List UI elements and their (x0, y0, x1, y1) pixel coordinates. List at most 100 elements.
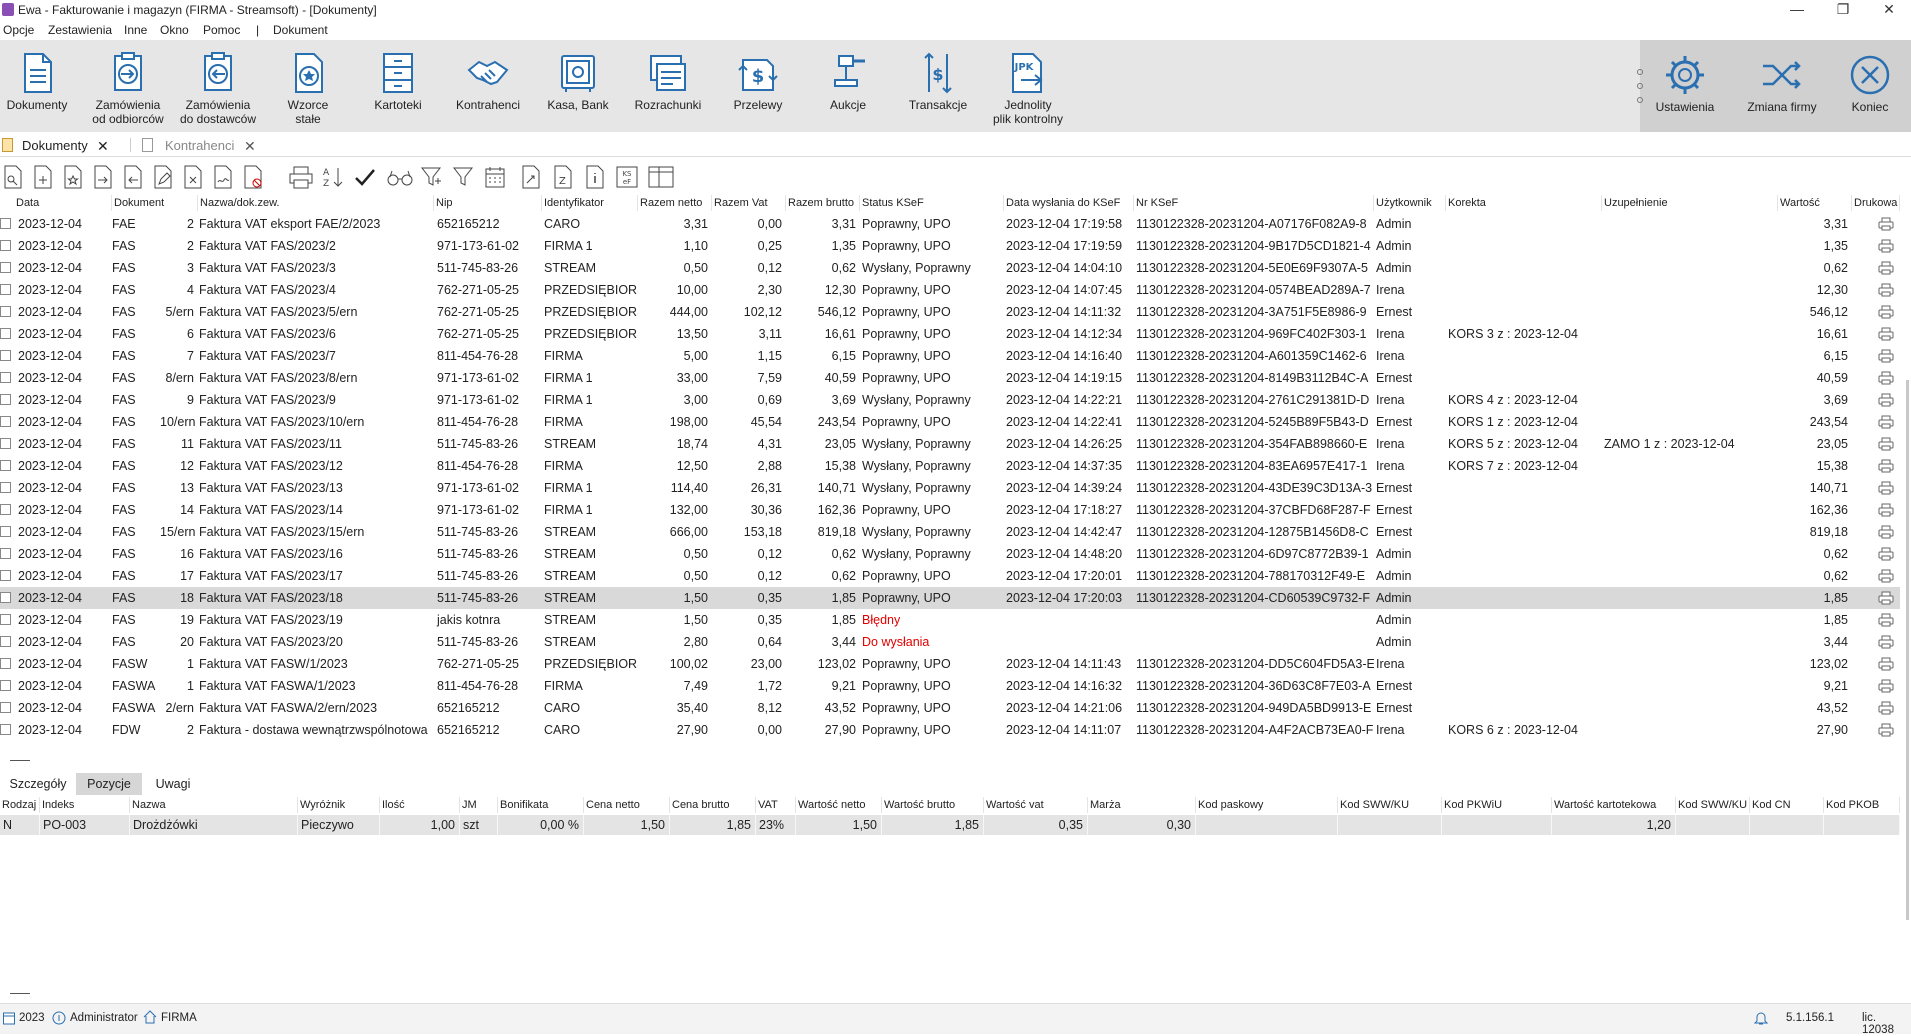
table-row[interactable]: 2023-12-04 FAS 10/ern Faktura VAT FAS/2023/… (0, 411, 1900, 433)
table-row[interactable]: 2023-12-04 FAS 4 Faktura VAT FAS/2023/4 762-… (0, 279, 1900, 301)
table-row[interactable]: 2023-12-04 FAS 19 Faktura VAT FAS/2023/19 ja… (0, 609, 1900, 631)
tab-uwagi[interactable]: Uwagi (148, 773, 198, 795)
import-document-icon[interactable] (122, 165, 144, 189)
table-row[interactable]: 2023-12-04 FAS 7 Faktura VAT FAS/2023/7 811-… (0, 345, 1900, 367)
table-row[interactable]: 2023-12-04 FAS 14 Faktura VAT FAS/2023/14 97… (0, 499, 1900, 521)
table-row[interactable]: 2023-12-04 FAS 2 Faktura VAT FAS/2023/2 971-… (0, 235, 1900, 257)
doc-link-icon[interactable] (520, 165, 542, 189)
row-checkbox[interactable] (0, 240, 11, 251)
ribbon-aukcje-button[interactable]: Aukcje (810, 50, 886, 132)
printer-icon[interactable] (1878, 437, 1894, 451)
table-row[interactable]: 2023-12-04 FAS 20 Faktura VAT FAS/2023/20 51… (0, 631, 1900, 653)
ribbon-wzorce-button[interactable]: Wzorce stałe (270, 50, 346, 132)
printer-icon[interactable] (1878, 635, 1894, 649)
row-checkbox[interactable] (0, 482, 11, 493)
printer-icon[interactable] (1878, 569, 1894, 583)
ribbon-przelewy-button[interactable]: $ Przelewy (720, 50, 796, 132)
close-button[interactable]: ✕ (1866, 0, 1911, 20)
ribbon-kontrahenci-button[interactable]: Kontrahenci (448, 50, 528, 132)
row-checkbox[interactable] (0, 614, 11, 625)
column-header[interactable]: Bonifikata (498, 797, 584, 813)
printer-icon[interactable] (1878, 261, 1894, 275)
column-header[interactable]: Nip (434, 195, 542, 211)
tab-kontrahenci-close-icon[interactable]: ✕ (244, 136, 256, 156)
menu-opcje[interactable]: Opcje (3, 23, 34, 37)
printer-icon[interactable] (1878, 239, 1894, 253)
column-header[interactable]: Kod paskowy (1196, 797, 1338, 813)
column-header[interactable]: Kod SWW/KU (1338, 797, 1442, 813)
row-checkbox[interactable] (0, 350, 11, 361)
column-header[interactable]: Wartość (1778, 195, 1852, 211)
table-row[interactable]: 2023-12-04 FAS 3 Faktura VAT FAS/2023/3 511-… (0, 257, 1900, 279)
table-row[interactable]: 2023-12-04 FAS 8/ern Faktura VAT FAS/2023/8… (0, 367, 1900, 389)
row-checkbox[interactable] (0, 548, 11, 559)
ribbon-kasa-bank-button[interactable]: Kasa, Bank (540, 50, 616, 132)
column-header[interactable]: VAT (756, 797, 796, 813)
column-header[interactable]: Użytkownik (1374, 195, 1446, 211)
column-header[interactable]: Nazwa (130, 797, 298, 813)
tab-dokumenty[interactable]: Dokumenty (22, 136, 88, 156)
printer-icon[interactable] (1878, 657, 1894, 671)
column-header[interactable]: Razem Vat (712, 195, 786, 211)
table-row[interactable]: 2023-12-04 FAS 5/ern Faktura VAT FAS/2023/5… (0, 301, 1900, 323)
ribbon-grip-icon[interactable] (1636, 66, 1644, 106)
print-icon[interactable] (288, 165, 314, 189)
tab-kontrahenci[interactable]: Kontrahenci (165, 136, 234, 156)
column-header[interactable]: Cena brutto (670, 797, 756, 813)
table-row[interactable]: 2023-12-04 FAE 2 Faktura VAT eksport FAE/2/… (0, 213, 1900, 235)
ribbon-rozrachunki-button[interactable]: Rozrachunki (628, 50, 708, 132)
ribbon-transakcje-button[interactable]: $ Transakcje (900, 50, 976, 132)
table-row[interactable]: 2023-12-04 FAS 13 Faktura VAT FAS/2023/13 97… (0, 477, 1900, 499)
row-checkbox[interactable] (0, 306, 11, 317)
row-checkbox[interactable] (0, 504, 11, 515)
menu-inne[interactable]: Inne (124, 23, 147, 37)
printer-icon[interactable] (1878, 349, 1894, 363)
column-header[interactable]: Indeks (40, 797, 130, 813)
tab-pozycje[interactable]: Pozycje (76, 773, 142, 795)
column-header[interactable]: Drukowa (1852, 195, 1900, 211)
ustawienia-button[interactable]: Ustawienia (1650, 52, 1720, 134)
filter-add-icon[interactable] (420, 165, 442, 189)
ribbon-jpk-button[interactable]: JPK Jednolity plik kontrolny (984, 50, 1072, 132)
table-row[interactable]: 2023-12-04 FAS 11 Faktura VAT FAS/2023/11 51… (0, 433, 1900, 455)
row-checkbox[interactable] (0, 328, 11, 339)
column-header[interactable]: Uzupełnienie (1602, 195, 1778, 211)
row-checkbox[interactable] (0, 416, 11, 427)
column-header[interactable]: Razem brutto (786, 195, 860, 211)
row-checkbox[interactable] (0, 702, 11, 713)
printer-icon[interactable] (1878, 459, 1894, 473)
row-checkbox[interactable] (0, 592, 11, 603)
block-document-icon[interactable] (242, 165, 264, 189)
printer-icon[interactable] (1878, 283, 1894, 297)
row-checkbox[interactable] (0, 218, 11, 229)
printer-icon[interactable] (1878, 679, 1894, 693)
table-row[interactable]: 2023-12-04 FASWA 1 Faktura VAT FASWA/1/2023… (0, 675, 1900, 697)
row-checkbox[interactable] (0, 526, 11, 537)
table-row[interactable]: 2023-12-04 FAS 16 Faktura VAT FAS/2023/16 51… (0, 543, 1900, 565)
row-checkbox[interactable] (0, 570, 11, 581)
row-checkbox[interactable] (0, 658, 11, 669)
table-row[interactable]: 2023-12-04 FAS 12 Faktura VAT FAS/2023/12 81… (0, 455, 1900, 477)
panel-splitter[interactable] (10, 760, 30, 761)
column-header[interactable]: Kod PKWiU (1442, 797, 1552, 813)
table-row[interactable]: 2023-12-04 FASWA 2/ern Faktura VAT FASWA/2/… (0, 697, 1900, 719)
table-row[interactable]: 2023-12-04 FDW 2 Faktura - dostawa wewnątrz… (0, 719, 1900, 741)
row-checkbox[interactable] (0, 460, 11, 471)
row-checkbox[interactable] (0, 262, 11, 273)
menu-okno[interactable]: Okno (160, 23, 189, 37)
printer-icon[interactable] (1878, 371, 1894, 385)
doc-info-icon[interactable] (584, 165, 606, 189)
column-header[interactable]: Kod PKOB (1824, 797, 1900, 813)
printer-icon[interactable] (1878, 613, 1894, 627)
row-checkbox[interactable] (0, 372, 11, 383)
column-header[interactable]: Kod CN (1750, 797, 1824, 813)
table-row[interactable]: 2023-12-04 FAS 18 Faktura VAT FAS/2023/18 51… (0, 587, 1900, 609)
maximize-button[interactable]: ❐ (1820, 0, 1866, 20)
column-header[interactable]: Wyróżnik (298, 797, 380, 813)
printer-icon[interactable] (1878, 503, 1894, 517)
printer-icon[interactable] (1878, 591, 1894, 605)
column-header[interactable]: Wartość vat (984, 797, 1088, 813)
menu-pomoc[interactable]: Pomoc (203, 23, 240, 37)
printer-icon[interactable] (1878, 327, 1894, 341)
printer-icon[interactable] (1878, 393, 1894, 407)
